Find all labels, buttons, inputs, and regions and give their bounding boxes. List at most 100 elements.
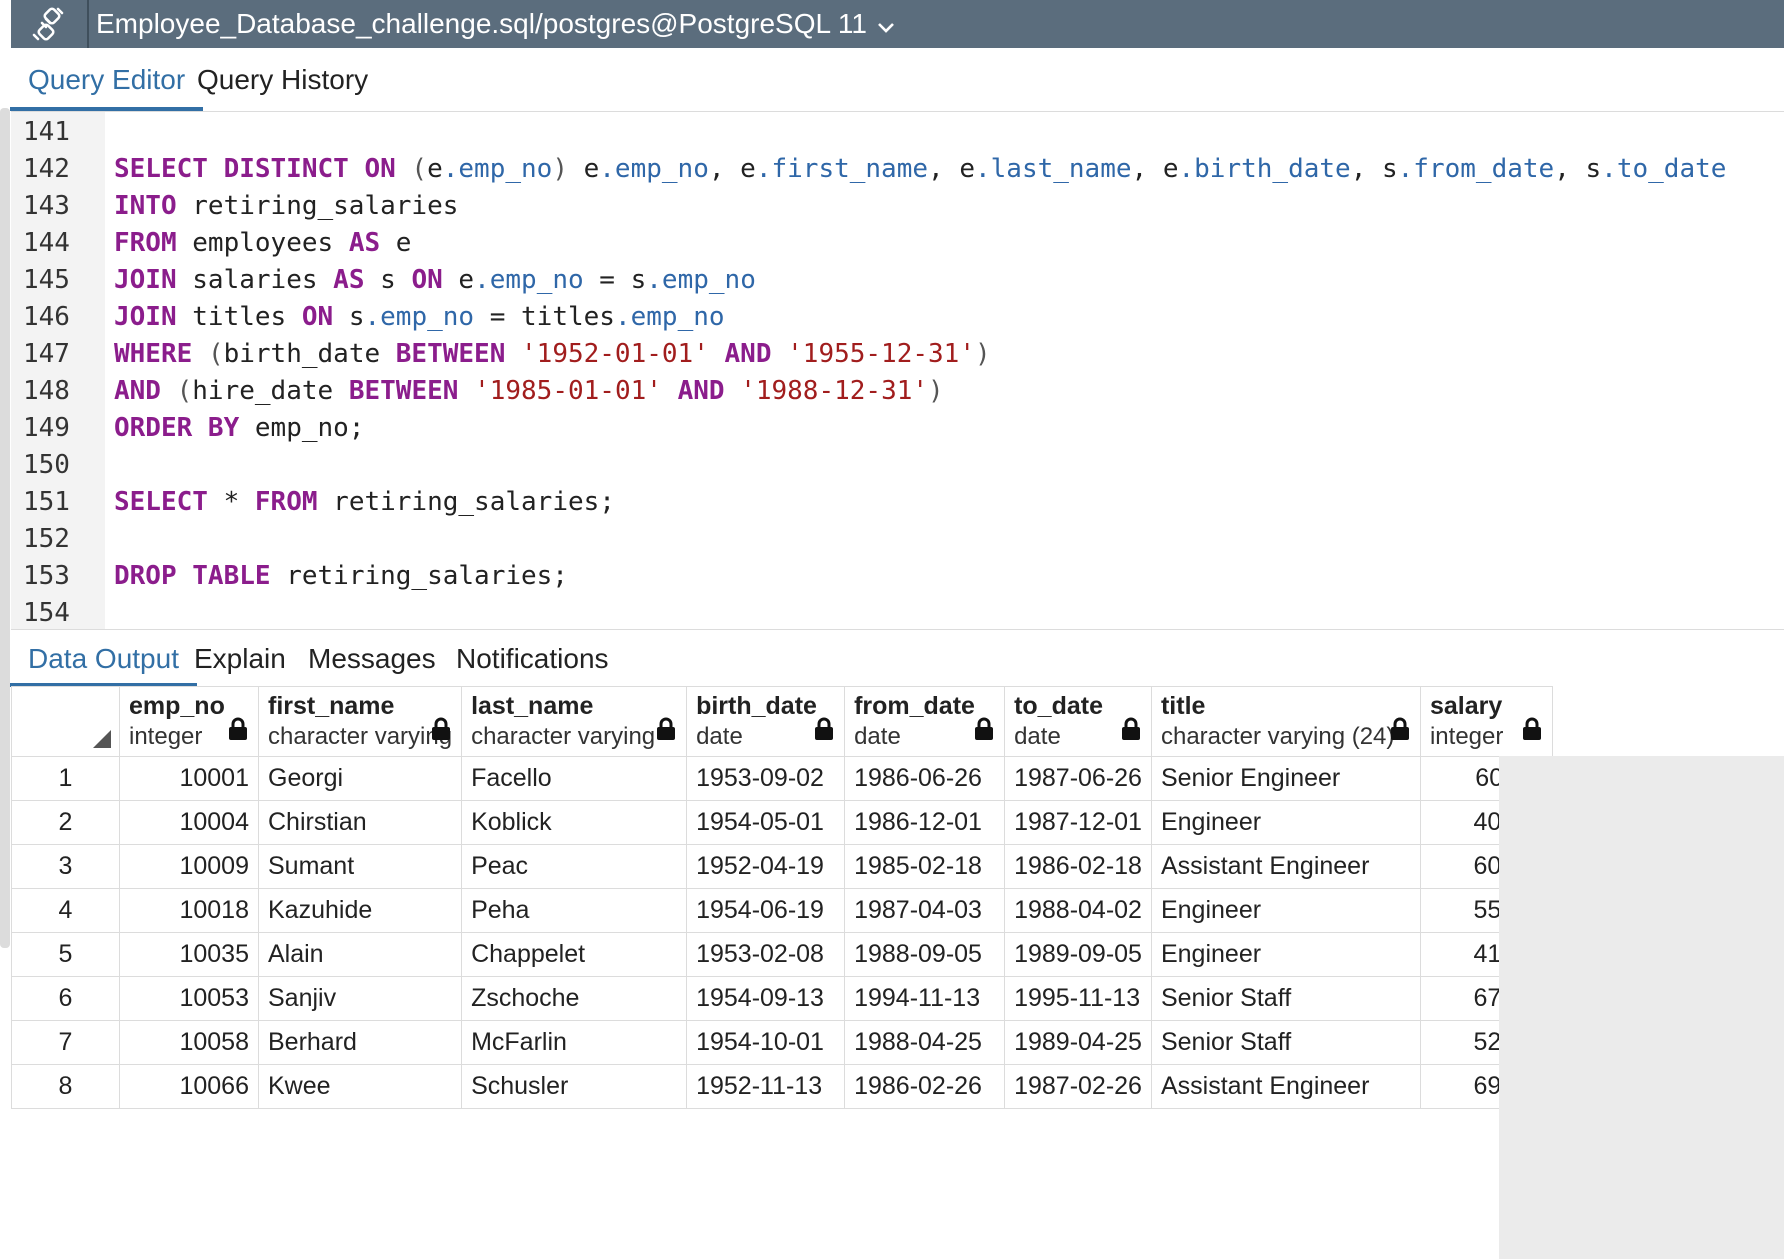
code-line[interactable]: DROP TABLE retiring_salaries; <box>114 556 568 596</box>
cell-from_date[interactable]: 1986-12-01 <box>844 800 1006 845</box>
row-number[interactable]: 4 <box>11 888 120 933</box>
cell-emp_no[interactable]: 10066 <box>119 1064 259 1109</box>
cell-emp_no[interactable]: 10001 <box>119 756 259 801</box>
cell-from_date[interactable]: 1988-09-05 <box>844 932 1006 977</box>
cell-last_name[interactable]: Chappelet <box>461 932 688 977</box>
tab-explain[interactable]: Explain <box>194 630 286 687</box>
table-row[interactable]: 4 10018 Kazuhide Peha 1954-06-19 1987-04-03 19… <box>11 888 1553 933</box>
table-row[interactable]: 5 10035 Alain Chappelet 1953-02-08 1988-09-05… <box>11 932 1553 977</box>
cell-title[interactable]: Senior Staff <box>1150 1020 1421 1065</box>
table-row[interactable]: 7 10058 Berhard McFarlin 1954-10-01 1988-04-2… <box>11 1020 1553 1065</box>
cell-from_date[interactable]: 1994-11-13 <box>844 976 1006 1021</box>
cell-last_name[interactable]: Peha <box>461 888 688 933</box>
table-row[interactable]: 8 10066 Kwee Schusler 1952-11-13 1986-02-26 19… <box>11 1064 1553 1109</box>
cell-birth_date[interactable]: 1952-04-19 <box>686 844 846 889</box>
cell-from_date[interactable]: 1986-02-26 <box>844 1064 1006 1109</box>
cell-to_date[interactable]: 1989-04-25 <box>1004 1020 1152 1065</box>
table-row[interactable]: 2 10004 Chirstian Koblick 1954-05-01 1986-12-… <box>11 800 1553 845</box>
table-row[interactable]: 1 10001 Georgi Facello 1953-09-02 1986-06-26 1… <box>11 756 1553 801</box>
cell-from_date[interactable]: 1986-06-26 <box>844 756 1006 801</box>
cell-birth_date[interactable]: 1952-11-13 <box>686 1064 846 1109</box>
column-header-salary[interactable]: salary integer <box>1419 686 1553 757</box>
cell-from_date[interactable]: 1987-04-03 <box>844 888 1006 933</box>
row-number[interactable]: 2 <box>11 800 120 845</box>
cell-to_date[interactable]: 1987-12-01 <box>1004 800 1152 845</box>
cell-birth_date[interactable]: 1954-05-01 <box>686 800 846 845</box>
row-number[interactable]: 5 <box>11 932 120 977</box>
code-line[interactable]: WHERE (birth_date BETWEEN '1952-01-01' A… <box>114 334 991 374</box>
code-line[interactable]: AND (hire_date BETWEEN '1985-01-01' AND … <box>114 371 944 411</box>
cell-birth_date[interactable]: 1954-06-19 <box>686 888 846 933</box>
cell-last_name[interactable]: Koblick <box>461 800 688 845</box>
cell-first_name[interactable]: Kazuhide <box>257 888 463 933</box>
cell-title[interactable]: Engineer <box>1150 800 1421 845</box>
cell-title[interactable]: Engineer <box>1150 932 1421 977</box>
cell-emp_no[interactable]: 10035 <box>119 932 259 977</box>
cell-emp_no[interactable]: 10009 <box>119 844 259 889</box>
data-output-grid[interactable]: emp_no integer first_name character varying… <box>11 686 1784 1259</box>
cell-title[interactable]: Senior Staff <box>1150 976 1421 1021</box>
row-number[interactable]: 8 <box>11 1064 120 1109</box>
left-scrollbar[interactable] <box>0 0 11 1259</box>
cell-first_name[interactable]: Kwee <box>257 1064 463 1109</box>
cell-last_name[interactable]: McFarlin <box>461 1020 688 1065</box>
row-number[interactable]: 7 <box>11 1020 120 1065</box>
cell-emp_no[interactable]: 10053 <box>119 976 259 1021</box>
column-header-emp_no[interactable]: emp_no integer <box>119 686 259 757</box>
cell-title[interactable]: Senior Engineer <box>1150 756 1421 801</box>
cell-first_name[interactable]: Chirstian <box>257 800 463 845</box>
code-line[interactable]: FROM employees AS e <box>114 223 411 263</box>
cell-from_date[interactable]: 1988-04-25 <box>844 1020 1006 1065</box>
column-header-first_name[interactable]: first_name character varying <box>257 686 463 757</box>
scrollbar-thumb[interactable] <box>0 108 10 948</box>
code-line[interactable]: SELECT DISTINCT ON (e.emp_no) e.emp_no, … <box>114 149 1726 189</box>
tab-query-history[interactable]: Query History <box>197 48 368 111</box>
tab-notifications[interactable]: Notifications <box>456 630 609 687</box>
code-line[interactable]: INTO retiring_salaries <box>114 186 458 226</box>
cell-first_name[interactable]: Sanjiv <box>257 976 463 1021</box>
chevron-down-icon[interactable] <box>877 2 895 50</box>
select-all-corner[interactable] <box>11 686 120 757</box>
code-line[interactable]: JOIN titles ON s.emp_no = titles.emp_no <box>114 297 725 337</box>
tab-messages[interactable]: Messages <box>308 630 436 687</box>
cell-to_date[interactable]: 1989-09-05 <box>1004 932 1152 977</box>
code-line[interactable]: JOIN salaries AS s ON e.emp_no = s.emp_n… <box>114 260 756 300</box>
cell-first_name[interactable]: Georgi <box>257 756 463 801</box>
cell-last_name[interactable]: Facello <box>461 756 688 801</box>
cell-emp_no[interactable]: 10018 <box>119 888 259 933</box>
cell-title[interactable]: Engineer <box>1150 888 1421 933</box>
connection-title[interactable]: Employee_Database_challenge.sql/postgres… <box>96 0 895 48</box>
sql-editor[interactable]: 141 142 143 144 145 146 147 148 149 150 151 152 153 1… <box>11 112 1784 714</box>
cell-last_name[interactable]: Schusler <box>461 1064 688 1109</box>
cell-to_date[interactable]: 1987-06-26 <box>1004 756 1152 801</box>
tab-data-output[interactable]: Data Output <box>10 630 197 687</box>
row-number[interactable]: 1 <box>11 756 120 801</box>
cell-birth_date[interactable]: 1954-10-01 <box>686 1020 846 1065</box>
column-header-last_name[interactable]: last_name character varying <box>461 686 688 757</box>
column-header-to_date[interactable]: to_date date <box>1004 686 1152 757</box>
cell-title[interactable]: Assistant Engineer <box>1150 1064 1421 1109</box>
cell-to_date[interactable]: 1988-04-02 <box>1004 888 1152 933</box>
code-line[interactable]: ORDER BY emp_no; <box>114 408 364 448</box>
cell-to_date[interactable]: 1987-02-26 <box>1004 1064 1152 1109</box>
cell-title[interactable]: Assistant Engineer <box>1150 844 1421 889</box>
cell-birth_date[interactable]: 1954-09-13 <box>686 976 846 1021</box>
cell-emp_no[interactable]: 10058 <box>119 1020 259 1065</box>
code-line[interactable]: SELECT * FROM retiring_salaries; <box>114 482 615 522</box>
cell-birth_date[interactable]: 1953-02-08 <box>686 932 846 977</box>
disconnected-plug-icon[interactable] <box>11 0 87 48</box>
cell-to_date[interactable]: 1986-02-18 <box>1004 844 1152 889</box>
row-number[interactable]: 3 <box>11 844 120 889</box>
table-row[interactable]: 6 10053 Sanjiv Zschoche 1954-09-13 1994-11-13… <box>11 976 1553 1021</box>
cell-from_date[interactable]: 1985-02-18 <box>844 844 1006 889</box>
cell-last_name[interactable]: Peac <box>461 844 688 889</box>
cell-last_name[interactable]: Zschoche <box>461 976 688 1021</box>
cell-to_date[interactable]: 1995-11-13 <box>1004 976 1152 1021</box>
tab-query-editor[interactable]: Query Editor <box>9 48 204 111</box>
cell-first_name[interactable]: Sumant <box>257 844 463 889</box>
table-row[interactable]: 3 10009 Sumant Peac 1952-04-19 1985-02-18 1986… <box>11 844 1553 889</box>
cell-birth_date[interactable]: 1953-09-02 <box>686 756 846 801</box>
column-header-from_date[interactable]: from_date date <box>844 686 1006 757</box>
row-number[interactable]: 6 <box>11 976 120 1021</box>
column-header-birth_date[interactable]: birth_date date <box>686 686 846 757</box>
